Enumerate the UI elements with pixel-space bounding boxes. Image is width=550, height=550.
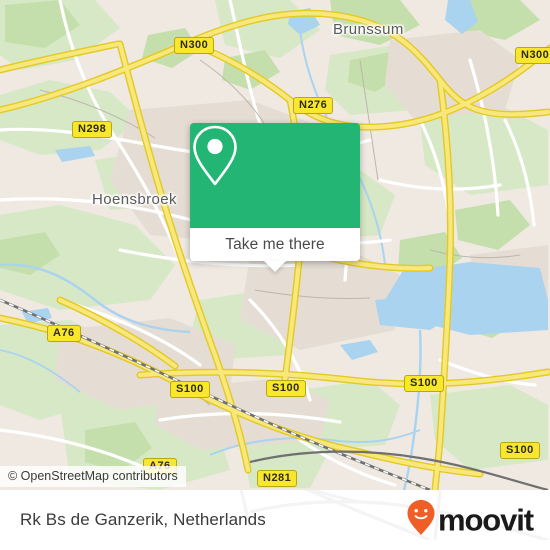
road-shield-n281: N281 bbox=[257, 470, 298, 487]
destination-callout-card[interactable]: Take me there bbox=[190, 123, 360, 272]
place-label-brunssum: Brunssum bbox=[333, 21, 404, 38]
take-me-there-label: Take me there bbox=[225, 235, 325, 253]
moovit-brand-logo[interactable]: moovit bbox=[406, 499, 534, 542]
moovit-map-screenshot: Brunssum Hoensbroek N300 N300 N276 N298 … bbox=[0, 0, 550, 550]
road-shield-n300-east: N300 bbox=[515, 47, 550, 64]
road-shield-n298: N298 bbox=[72, 121, 113, 138]
road-shield-s100-east: S100 bbox=[404, 375, 444, 392]
moovit-pin-smiley-icon bbox=[406, 499, 436, 542]
moovit-wordmark: moovit bbox=[437, 502, 534, 538]
callout-pointer-tail bbox=[264, 261, 286, 272]
callout-icon-panel bbox=[190, 123, 360, 228]
place-label-hoensbroek: Hoensbroek bbox=[92, 191, 177, 208]
road-shield-s100-center: S100 bbox=[266, 380, 306, 397]
callout-action-panel[interactable]: Take me there bbox=[190, 228, 360, 272]
road-shield-s100-west: S100 bbox=[170, 381, 210, 398]
road-shield-s100-southeast: S100 bbox=[500, 442, 540, 459]
footer-bar: Rk Bs de Ganzerik, Netherlands moovit bbox=[0, 490, 550, 550]
osm-attribution[interactable]: © OpenStreetMap contributors bbox=[0, 466, 186, 487]
page-title: Rk Bs de Ganzerik, Netherlands bbox=[20, 510, 266, 529]
road-shield-n276: N276 bbox=[293, 97, 334, 114]
road-shield-n300-west: N300 bbox=[174, 37, 215, 54]
map-canvas[interactable]: Brunssum Hoensbroek N300 N300 N276 N298 … bbox=[0, 0, 550, 490]
road-shield-a76-north: A76 bbox=[47, 325, 81, 342]
